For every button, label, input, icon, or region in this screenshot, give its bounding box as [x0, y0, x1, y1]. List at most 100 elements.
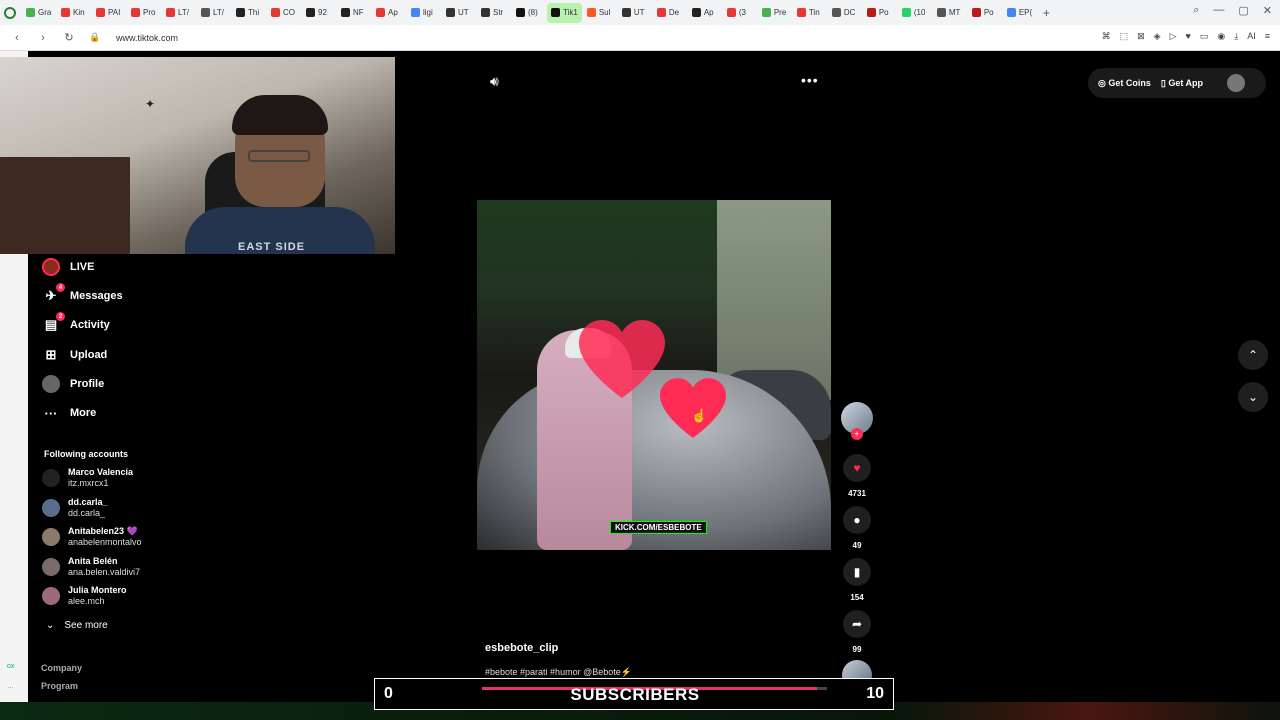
download-icon[interactable]: ⤓	[1234, 31, 1238, 42]
following-account-item[interactable]: Julia Montero alee.mch	[42, 585, 127, 607]
next-video-button[interactable]: ⌄	[1238, 382, 1268, 412]
browser-tab[interactable]: (3	[723, 3, 757, 23]
browser-tab[interactable]: Pre	[758, 3, 792, 23]
search-tabs-icon[interactable]: ⌕	[1193, 4, 1199, 17]
browser-tab[interactable]: Ap	[372, 3, 406, 23]
like-button[interactable]: ♥	[843, 454, 871, 482]
comment-icon: ●	[853, 513, 861, 527]
following-account-item[interactable]: Anita Belén ana.belen.valdivi7	[42, 556, 140, 578]
browser-tab[interactable]: Sul	[583, 3, 617, 23]
browser-tab[interactable]: 92	[302, 3, 336, 23]
browser-tab[interactable]: LT/	[197, 3, 231, 23]
browser-tab[interactable]: CO	[267, 3, 301, 23]
maximize-button[interactable]: ▢	[1238, 4, 1248, 17]
browser-tab[interactable]: Pro	[127, 3, 161, 23]
back-button[interactable]: ‹	[8, 32, 26, 44]
browser-tab[interactable]: Thi	[232, 3, 266, 23]
tab-favicon-icon	[656, 8, 666, 17]
browser-tab[interactable]: UT	[442, 3, 476, 23]
tab-label: EP(	[1018, 8, 1033, 17]
browser-tab[interactable]: UT	[618, 3, 652, 23]
user-avatar[interactable]	[1227, 74, 1245, 92]
side-strip-icon[interactable]: ox	[7, 663, 14, 670]
minimize-button[interactable]: —	[1213, 4, 1224, 17]
browser-tab[interactable]: PAI	[92, 3, 126, 23]
play-icon[interactable]: ▷	[1170, 31, 1177, 42]
new-tab-button[interactable]: +	[1037, 6, 1056, 20]
tab-label: UT	[633, 8, 645, 17]
account-names: dd.carla_ dd.carla_	[68, 497, 108, 519]
see-more-button[interactable]: ⌄ See more	[46, 620, 108, 631]
chevron-up-icon: ⌃	[1247, 348, 1259, 362]
subscriber-goal-bar: 0 SUBSCRIBERS 10	[374, 678, 894, 710]
side-strip-dots-icon[interactable]: …	[7, 683, 14, 690]
screenshot-icon[interactable]: ⬚	[1120, 31, 1129, 42]
comment-button[interactable]: ●	[843, 506, 871, 534]
heart-icon[interactable]: ♥	[1186, 31, 1191, 42]
see-more-label: See more	[64, 620, 108, 631]
browser-tab[interactable]: Kin	[57, 3, 91, 23]
footer-link-program[interactable]: Program	[41, 681, 78, 691]
browser-tab[interactable]: Po	[863, 3, 897, 23]
share-button[interactable]: ➦	[843, 610, 871, 638]
block-icon[interactable]: ⊠	[1137, 31, 1145, 42]
sidebar-item-label: Profile	[70, 378, 105, 390]
footer-link-company[interactable]: Company	[41, 663, 82, 673]
browser-tab[interactable]: De	[653, 3, 687, 23]
following-account-item[interactable]: dd.carla_ dd.carla_	[42, 497, 108, 519]
sidebar-item-upload[interactable]: ⊞ Upload	[42, 346, 108, 364]
wallet-icon[interactable]: ▭	[1200, 31, 1209, 42]
sidebar-item-messages[interactable]: ✈ 4 Messages	[42, 283, 123, 305]
browser-tab[interactable]: (10	[898, 3, 932, 23]
browser-tab[interactable]: (8)	[512, 3, 546, 23]
browser-tab[interactable]: NF	[337, 3, 371, 23]
camera-icon[interactable]: ◉	[1217, 31, 1225, 42]
close-window-button[interactable]: ✕	[1263, 4, 1272, 17]
forward-button[interactable]: ›	[34, 32, 52, 44]
more-options-icon[interactable]: •••	[801, 72, 819, 88]
browser-tab[interactable]: LT/	[162, 3, 196, 23]
tab-favicon-icon	[26, 8, 35, 17]
volume-icon[interactable]: 🔊︎	[490, 73, 499, 90]
browser-tab[interactable]: Tin	[793, 3, 827, 23]
browser-tab[interactable]: Tik1	[547, 2, 582, 23]
tab-favicon-icon	[691, 8, 701, 17]
sidebar-item-live[interactable]: LIVE	[42, 258, 94, 276]
sidebar-item-more[interactable]: ··· More	[42, 404, 97, 422]
upload-icon: ⊞	[45, 347, 57, 362]
browser-tab[interactable]: Po	[968, 3, 1002, 23]
video-description[interactable]: #bebote #parati #humor @Bebote⚡	[485, 667, 632, 678]
previous-video-button[interactable]: ⌃	[1238, 340, 1268, 370]
following-account-item[interactable]: Marco Valencia itz.mxrcx1	[42, 467, 133, 489]
reload-button[interactable]: ↻	[60, 31, 78, 44]
get-app-button[interactable]: ▯ Get App	[1161, 78, 1203, 89]
browser-tab[interactable]: Gra	[22, 3, 56, 23]
menu-icon[interactable]: ≡	[1265, 31, 1270, 42]
cube-icon[interactable]: ◈	[1154, 31, 1161, 42]
account-names: Marco Valencia itz.mxrcx1	[68, 467, 133, 489]
video-player[interactable]: KICK.COM/ESBEBOTE ☝	[477, 200, 831, 550]
browser-tab[interactable]: MT	[933, 3, 967, 23]
header-actions: ◎ Get Coins ▯ Get App	[1088, 68, 1266, 98]
browser-tab[interactable]: ligi	[407, 3, 441, 23]
url-field[interactable]: www.tiktok.com	[116, 33, 178, 43]
account-display-name: dd.carla_	[68, 497, 108, 507]
browser-tab[interactable]: Str	[477, 3, 511, 23]
tab-favicon-icon	[971, 8, 981, 17]
get-coins-button[interactable]: ◎ Get Coins	[1098, 78, 1151, 89]
tab-favicon-icon	[341, 8, 350, 17]
tab-label: Tik1	[563, 8, 578, 17]
browser-tab[interactable]: DC	[828, 3, 862, 23]
following-account-item[interactable]: Anitabelen23 💜 anabelenmontalvo	[42, 526, 142, 548]
sidebar-item-activity[interactable]: ▤ 2 Activity	[42, 312, 110, 334]
browser-tab[interactable]: Ap	[688, 3, 722, 23]
video-author[interactable]: esbebote_clip	[485, 642, 558, 654]
save-button[interactable]: ▮	[843, 558, 871, 586]
sidebar-item-profile[interactable]: Profile	[42, 375, 104, 393]
browser-logo-icon[interactable]	[4, 6, 16, 19]
account-handle: anabelenmontalvo	[68, 537, 142, 547]
extension-icon[interactable]: ⌘	[1102, 31, 1111, 42]
ai-icon[interactable]: AI	[1247, 31, 1256, 42]
browser-tab[interactable]: EP(	[1003, 3, 1037, 23]
follow-plus-icon[interactable]: +	[851, 428, 863, 440]
